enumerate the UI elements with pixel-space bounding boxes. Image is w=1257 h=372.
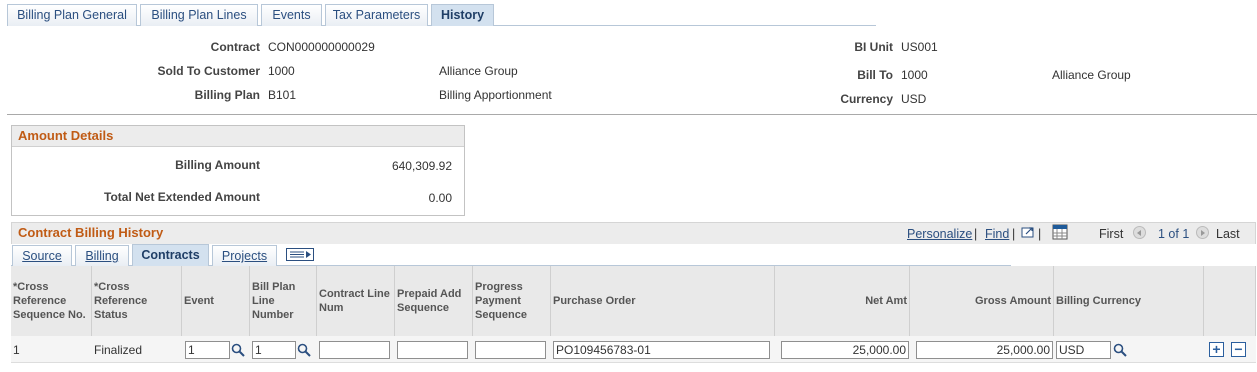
col-contract-line: Contract Line Num bbox=[317, 266, 395, 336]
lookup-icon[interactable] bbox=[297, 343, 311, 357]
bill-to-name: Alliance Group bbox=[1052, 68, 1131, 82]
separator: | bbox=[1012, 227, 1016, 241]
col-progress-payment: Progress Payment Sequence bbox=[473, 266, 551, 336]
col-prepaid-add: Prepaid Add Sequence bbox=[395, 266, 473, 336]
net-amt-input[interactable] bbox=[781, 341, 909, 359]
event-input[interactable] bbox=[185, 341, 230, 359]
tab-tax-parameters[interactable]: Tax Parameters bbox=[325, 4, 428, 26]
col-event: Event bbox=[182, 266, 250, 336]
contract-value: CON000000000029 bbox=[268, 40, 375, 54]
col-gross-amount: Gross Amount bbox=[910, 266, 1054, 336]
billing-plan-desc: Billing Apportionment bbox=[439, 88, 552, 102]
separator: | bbox=[1038, 227, 1042, 241]
col-actions bbox=[1204, 266, 1256, 336]
billing-amount-value: 640,309.92 bbox=[391, 159, 452, 173]
billing-plan-value: B101 bbox=[268, 88, 297, 102]
separator: | bbox=[974, 227, 978, 241]
tab-history[interactable]: History bbox=[431, 4, 494, 26]
tab-billing-plan-general[interactable]: Billing Plan General bbox=[7, 4, 137, 26]
grid-header: Contract Billing History Personalize | F… bbox=[11, 222, 1256, 244]
delete-row-icon[interactable]: − bbox=[1231, 342, 1246, 357]
bill-to-label: Bill To bbox=[857, 68, 893, 82]
cell-status: Finalized bbox=[94, 343, 143, 357]
total-net-label: Total Net Extended Amount bbox=[104, 190, 260, 204]
col-net-amt: Net Amt bbox=[775, 266, 910, 336]
next-icon[interactable] bbox=[1196, 226, 1209, 239]
contract-line-input[interactable] bbox=[319, 341, 390, 359]
billing-currency-input[interactable] bbox=[1056, 341, 1111, 359]
page-tabs: Billing Plan General Billing Plan Lines … bbox=[7, 4, 876, 26]
amount-details-title: Amount Details bbox=[12, 126, 464, 147]
tab-billing-plan-lines[interactable]: Billing Plan Lines bbox=[140, 4, 258, 26]
grid-subtabs: Source Billing Contracts Projects bbox=[11, 244, 1011, 266]
bill-plan-line-input[interactable] bbox=[252, 341, 296, 359]
bill-to-value: 1000 bbox=[901, 68, 928, 82]
lookup-icon[interactable] bbox=[231, 343, 245, 357]
sold-to-name: Alliance Group bbox=[439, 64, 518, 78]
purchase-order-input[interactable] bbox=[553, 341, 770, 359]
prepaid-add-input[interactable] bbox=[397, 341, 468, 359]
cell-seq: 1 bbox=[13, 343, 20, 357]
gross-amount-input[interactable] bbox=[916, 341, 1053, 359]
range-label: 1 of 1 bbox=[1158, 227, 1190, 241]
billing-amount-label: Billing Amount bbox=[175, 158, 260, 172]
personalize-link[interactable]: Personalize bbox=[907, 227, 972, 241]
download-icon[interactable] bbox=[1052, 224, 1068, 240]
col-cross-ref-seq: *Cross Reference Sequence No. bbox=[11, 266, 92, 336]
sold-to-label: Sold To Customer bbox=[157, 64, 260, 78]
col-bill-plan-line: Bill Plan Line Number bbox=[250, 266, 317, 336]
tab-billing[interactable]: Billing bbox=[75, 245, 129, 266]
tab-projects[interactable]: Projects bbox=[212, 245, 277, 266]
tab-events[interactable]: Events bbox=[261, 4, 322, 26]
first-label: First bbox=[1099, 227, 1124, 241]
col-purchase-order: Purchase Order bbox=[551, 266, 775, 336]
add-row-icon[interactable]: + bbox=[1209, 342, 1224, 357]
previous-icon[interactable] bbox=[1133, 226, 1146, 239]
sold-to-value: 1000 bbox=[268, 64, 295, 78]
tab-contracts[interactable]: Contracts bbox=[132, 244, 209, 266]
currency-label: Currency bbox=[840, 92, 893, 106]
total-net-value: 0.00 bbox=[428, 191, 452, 205]
find-link[interactable]: Find bbox=[985, 227, 1009, 241]
amount-details-panel: Amount Details Billing Amount 640,309.92… bbox=[11, 125, 465, 216]
bi-unit-value: US001 bbox=[901, 40, 938, 54]
grid-title: Contract Billing History bbox=[18, 225, 164, 240]
contract-label: Contract bbox=[210, 40, 260, 54]
show-all-columns-icon[interactable] bbox=[286, 248, 314, 261]
last-label: Last bbox=[1216, 227, 1240, 241]
col-cross-ref-status: *Cross Reference Status bbox=[92, 266, 182, 336]
currency-value: USD bbox=[901, 92, 927, 106]
tab-source[interactable]: Source bbox=[12, 245, 72, 266]
lookup-icon[interactable] bbox=[1113, 343, 1127, 357]
bi-unit-label: BI Unit bbox=[854, 40, 893, 54]
col-billing-currency: Billing Currency bbox=[1054, 266, 1204, 336]
billing-plan-label: Billing Plan bbox=[194, 88, 260, 102]
divider bbox=[7, 114, 1257, 115]
zoom-icon[interactable] bbox=[1021, 226, 1035, 239]
progress-payment-input[interactable] bbox=[475, 341, 546, 359]
